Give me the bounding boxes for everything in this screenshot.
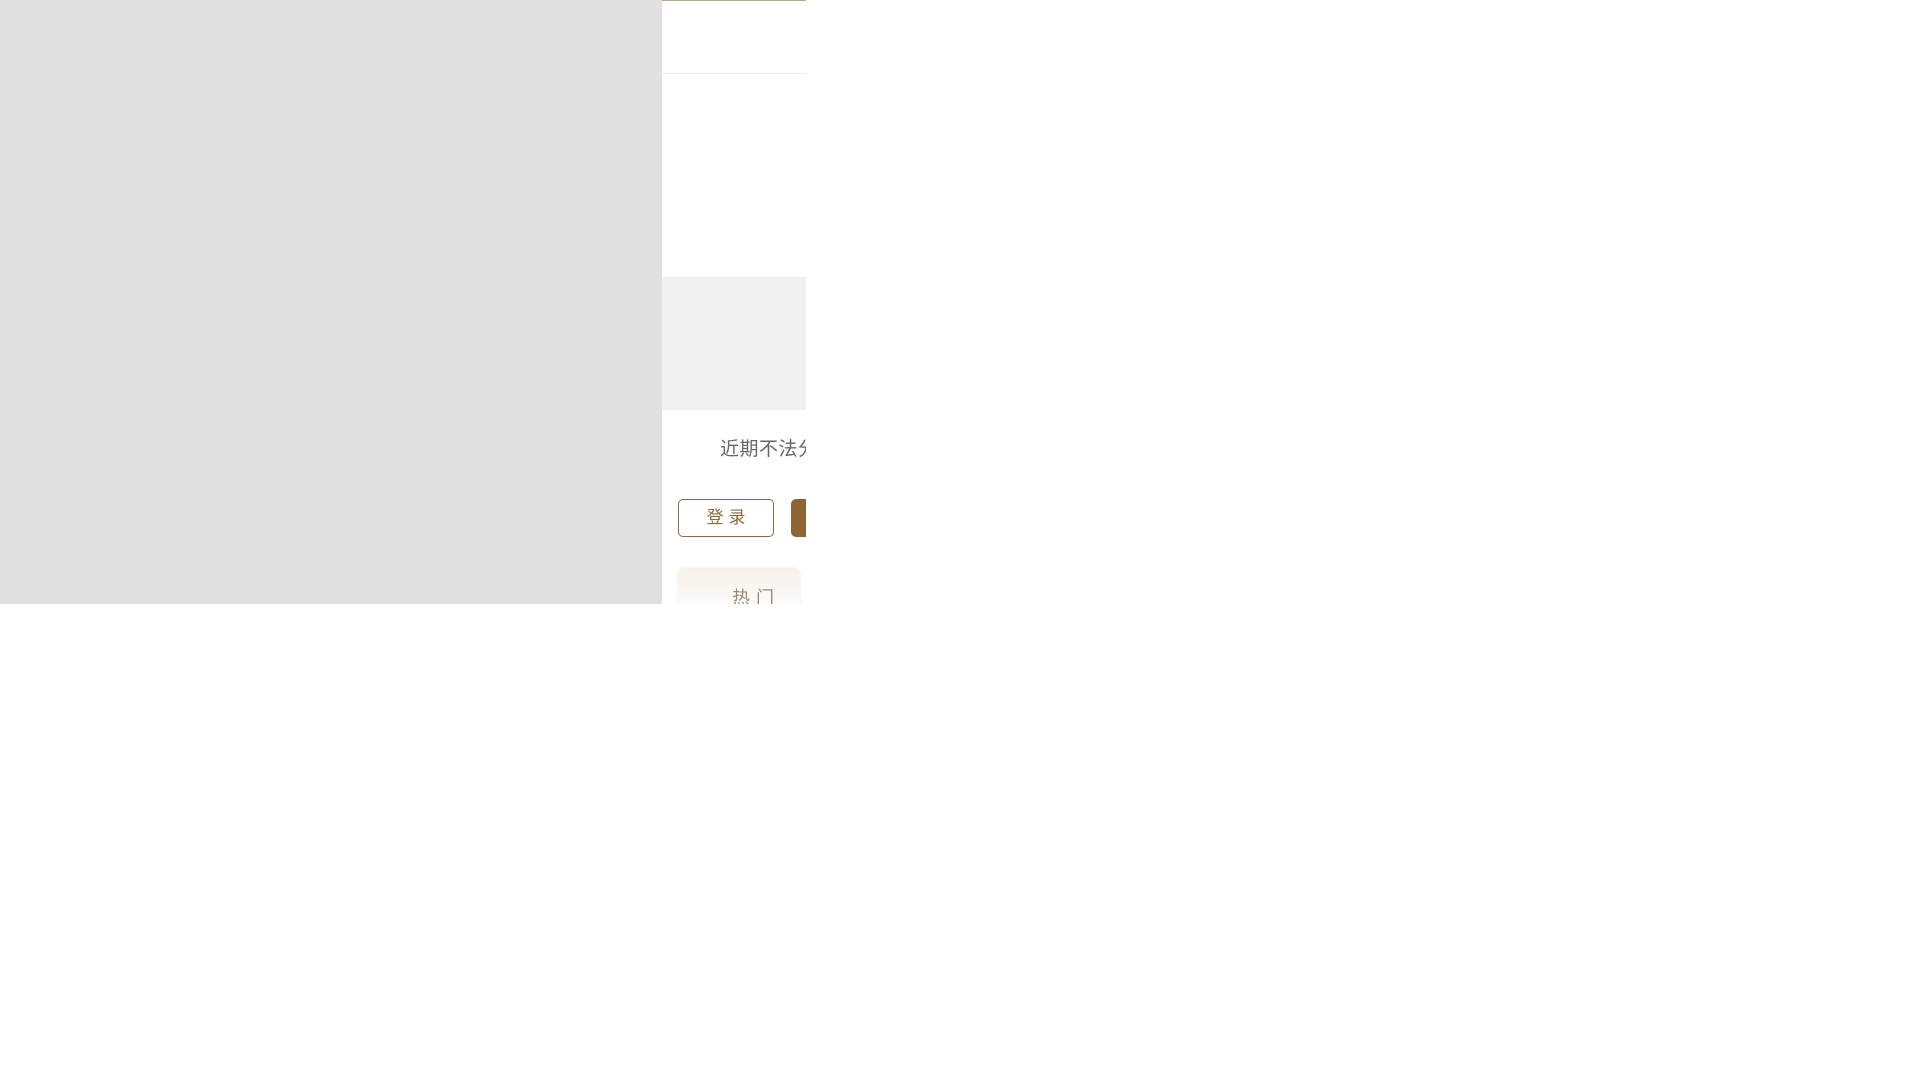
register-button[interactable] (791, 499, 806, 537)
page-content-strip: 近期不法分 登录 热门 (662, 0, 806, 604)
tab-hot-label: 热门 (732, 588, 780, 604)
notice-text: 近期不法分 (720, 438, 806, 460)
banner-placeholder (662, 277, 806, 410)
page-viewport: 近期不法分 登录 热门 (0, 0, 1920, 1080)
image-placeholder-panel (0, 0, 662, 604)
tab-hot[interactable]: 热门 (678, 568, 800, 604)
login-button[interactable]: 登录 (678, 499, 774, 537)
header-bar (662, 1, 806, 74)
